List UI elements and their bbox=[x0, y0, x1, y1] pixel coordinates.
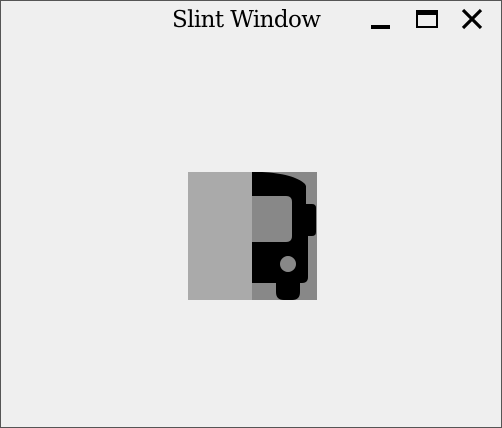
window-title: Slint Window bbox=[172, 7, 321, 33]
title-bar[interactable]: Slint Window bbox=[1, 1, 501, 39]
left-panel bbox=[188, 172, 252, 300]
maximize-button[interactable] bbox=[412, 5, 442, 35]
minimize-button[interactable] bbox=[366, 5, 396, 35]
app-window: Slint Window bbox=[0, 0, 502, 428]
minimize-icon bbox=[371, 25, 390, 29]
maximize-icon bbox=[416, 10, 438, 28]
bus-icon bbox=[252, 172, 316, 300]
close-icon bbox=[461, 8, 483, 30]
image-content bbox=[188, 172, 317, 300]
close-button[interactable] bbox=[457, 5, 487, 35]
